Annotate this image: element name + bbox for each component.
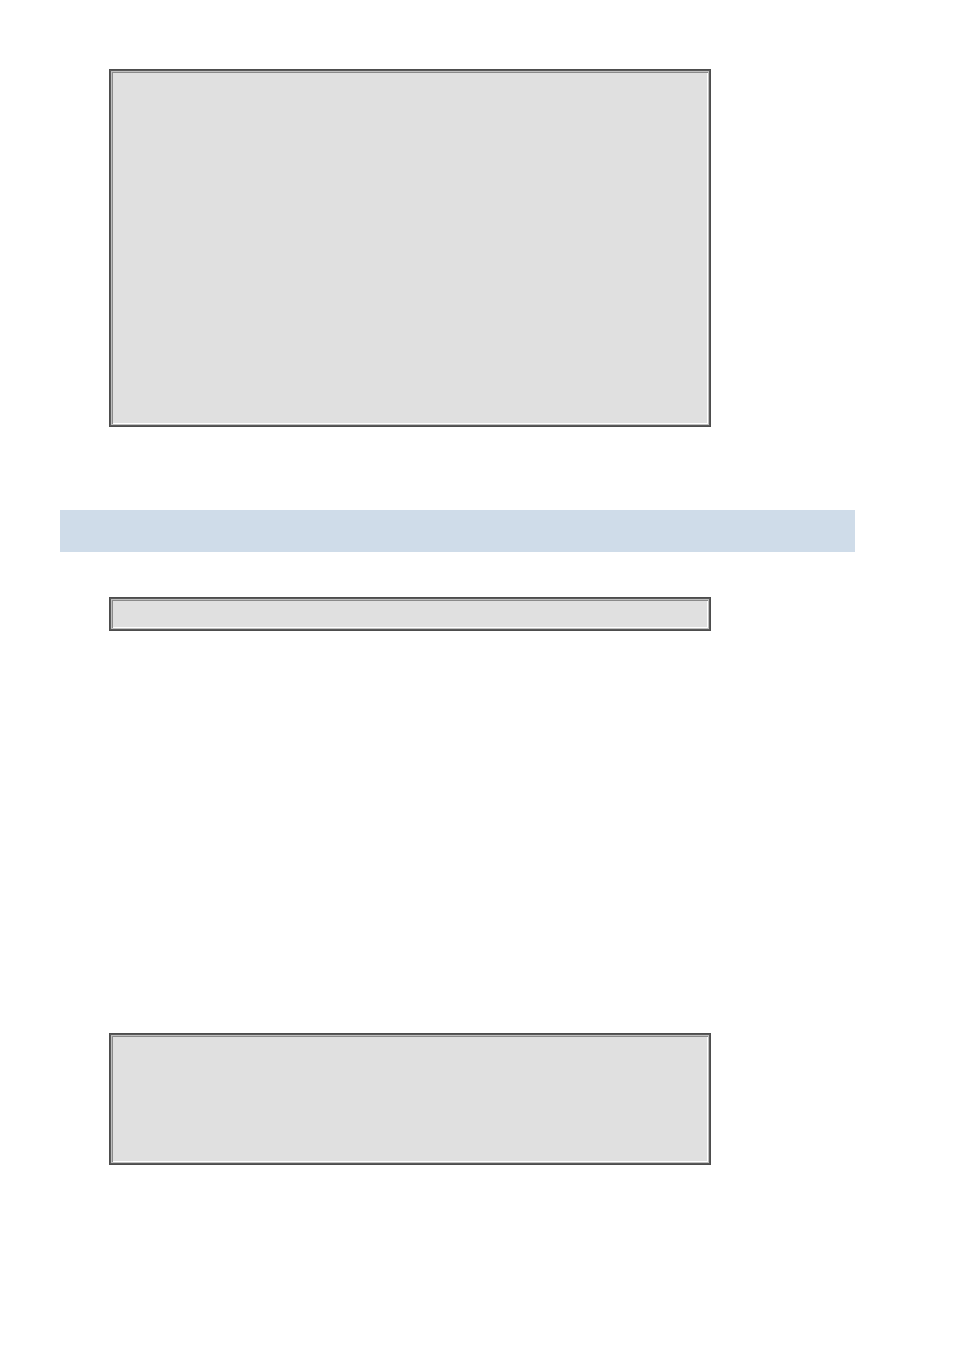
panel-small (110, 598, 710, 630)
blue-band (60, 510, 855, 552)
panel-bottom (110, 1034, 710, 1164)
panel-top (110, 70, 710, 426)
